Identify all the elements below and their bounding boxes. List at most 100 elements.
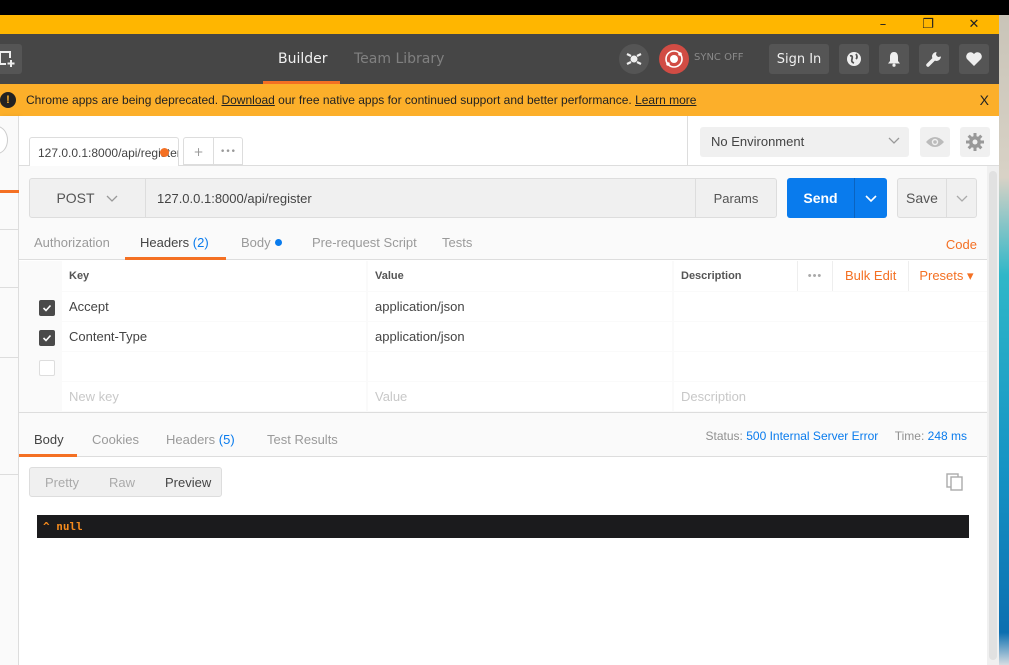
sidebar-divider bbox=[0, 474, 19, 475]
banner-close-button[interactable]: X bbox=[980, 92, 989, 108]
tab-label: Authorization bbox=[34, 235, 110, 250]
save-options-button[interactable] bbox=[946, 179, 976, 217]
request-tab[interactable]: 127.0.0.1:8000/api/register bbox=[29, 137, 179, 167]
minimize-button[interactable]: – bbox=[868, 15, 898, 34]
tab-headers[interactable]: Headers (2) bbox=[140, 235, 209, 250]
support-button[interactable] bbox=[959, 44, 989, 74]
interceptor-button[interactable] bbox=[619, 44, 649, 74]
time-value[interactable]: 248 ms bbox=[928, 429, 967, 443]
interceptor-icon bbox=[626, 53, 642, 65]
globe-icon bbox=[847, 52, 861, 66]
time-label: Time: bbox=[894, 429, 925, 443]
tab-label: Body bbox=[241, 235, 271, 250]
close-window-button[interactable]: ✕ bbox=[959, 15, 989, 34]
tab-more-button[interactable]: ••• bbox=[213, 138, 242, 166]
row-enabled-checkbox[interactable] bbox=[39, 330, 55, 346]
response-tab-headers[interactable]: Headers (5) bbox=[166, 432, 235, 447]
header-value-cell[interactable]: application/json bbox=[368, 322, 672, 351]
header-description-cell[interactable] bbox=[674, 322, 987, 351]
table-actions: ••• Bulk Edit Presets ▾ bbox=[797, 261, 974, 291]
tab-builder[interactable]: Builder bbox=[278, 34, 328, 84]
banner-text-after: our free native apps for continued suppo… bbox=[274, 93, 636, 107]
download-link[interactable]: Download bbox=[221, 93, 274, 107]
chevron-down-icon bbox=[887, 133, 901, 150]
table-more-button[interactable]: ••• bbox=[797, 261, 833, 291]
new-button[interactable] bbox=[0, 44, 22, 74]
response-tab-body[interactable]: Body bbox=[34, 432, 64, 447]
tab-tests[interactable]: Tests bbox=[442, 235, 472, 250]
deprecation-banner: ! Chrome apps are being deprecated. Down… bbox=[0, 84, 999, 116]
tab-pre-request-script[interactable]: Pre-request Script bbox=[312, 235, 417, 250]
checkmark-icon bbox=[42, 334, 52, 342]
new-key-input[interactable]: New key bbox=[62, 382, 366, 411]
sign-in-button[interactable]: Sign In bbox=[769, 44, 829, 74]
bell-icon bbox=[888, 52, 900, 67]
response-tabs: Body Cookies Headers (5) Test Results St… bbox=[19, 412, 987, 457]
row-enabled-checkbox[interactable] bbox=[39, 300, 55, 316]
request-tab-label: 127.0.0.1:8000/api/register bbox=[38, 146, 179, 160]
notifications-button[interactable] bbox=[879, 44, 909, 74]
learn-more-link[interactable]: Learn more bbox=[635, 93, 696, 107]
view-raw-button[interactable]: Raw bbox=[94, 475, 150, 490]
view-preview-button[interactable]: Preview bbox=[150, 475, 226, 490]
header-key-cell[interactable] bbox=[62, 352, 366, 381]
sidebar-divider bbox=[0, 357, 19, 358]
scrollbar-thumb[interactable] bbox=[989, 171, 997, 660]
header-value-cell[interactable] bbox=[368, 352, 672, 381]
settings-button[interactable] bbox=[919, 44, 949, 74]
eye-icon bbox=[926, 137, 944, 147]
send-options-button[interactable] bbox=[854, 178, 887, 218]
tab-body[interactable]: Body bbox=[241, 235, 282, 250]
environment-select[interactable]: No Environment bbox=[700, 127, 909, 157]
request-tab-bar: 127.0.0.1:8000/api/register + ••• bbox=[19, 116, 687, 167]
response-tab-test-results[interactable]: Test Results bbox=[267, 432, 338, 447]
table-row: Accept application/json bbox=[19, 292, 987, 322]
headers-table: Key Value Description ••• Bulk Edit Pres… bbox=[19, 261, 987, 412]
copy-button[interactable] bbox=[945, 472, 965, 495]
warning-icon: ! bbox=[0, 92, 16, 108]
generate-code-link[interactable]: Code bbox=[946, 237, 977, 252]
params-button[interactable]: Params bbox=[695, 178, 777, 218]
response-tab-cookies[interactable]: Cookies bbox=[92, 432, 139, 447]
environment-quick-look-button[interactable] bbox=[920, 127, 950, 157]
sync-button[interactable] bbox=[659, 44, 689, 74]
presets-dropdown[interactable]: Presets ▾ bbox=[909, 268, 973, 284]
tab-team-library[interactable]: Team Library bbox=[354, 34, 444, 84]
wrench-icon bbox=[926, 52, 941, 67]
save-button[interactable]: Save bbox=[898, 179, 946, 217]
window-titlebar: – ❐ ✕ bbox=[0, 15, 999, 34]
status-value[interactable]: 500 Internal Server Error bbox=[746, 429, 878, 443]
row-enabled-checkbox[interactable] bbox=[39, 360, 55, 376]
tab-authorization[interactable]: Authorization bbox=[34, 235, 110, 250]
method-select[interactable]: POST bbox=[29, 178, 146, 218]
vertical-scrollbar[interactable] bbox=[987, 166, 999, 665]
send-button[interactable]: Send bbox=[787, 178, 854, 218]
sidebar-divider bbox=[0, 229, 19, 230]
heart-icon bbox=[966, 52, 982, 66]
bulk-edit-button[interactable]: Bulk Edit bbox=[833, 261, 910, 291]
url-input[interactable] bbox=[145, 178, 696, 218]
checkmark-icon bbox=[42, 304, 52, 312]
header-description-cell[interactable] bbox=[674, 352, 987, 381]
header-value-cell[interactable]: application/json bbox=[368, 292, 672, 321]
header-key-cell[interactable]: Accept bbox=[62, 292, 366, 321]
active-tab-indicator bbox=[125, 257, 226, 260]
runner-button[interactable] bbox=[839, 44, 869, 74]
new-description-input[interactable]: Description bbox=[674, 382, 987, 411]
headers-count: (2) bbox=[192, 235, 209, 250]
request-builder: 127.0.0.1:8000/api/register + ••• No Env… bbox=[19, 116, 999, 665]
sidebar-search[interactable] bbox=[0, 126, 8, 154]
sidebar-active-tab-indicator bbox=[0, 190, 19, 193]
new-value-input[interactable]: Value bbox=[368, 382, 672, 411]
column-value: Value bbox=[368, 261, 672, 291]
desktop-background bbox=[999, 15, 1009, 665]
header-description-cell[interactable] bbox=[674, 292, 987, 321]
manage-environments-button[interactable] bbox=[960, 127, 990, 157]
new-header-row: New key Value Description bbox=[19, 382, 987, 412]
view-pretty-button[interactable]: Pretty bbox=[30, 475, 94, 490]
tab-actions: + ••• bbox=[183, 137, 243, 166]
tab-label: Pre-request Script bbox=[312, 235, 417, 250]
new-tab-button[interactable]: + bbox=[184, 138, 213, 166]
header-key-cell[interactable]: Content-Type bbox=[62, 322, 366, 351]
restore-button[interactable]: ❐ bbox=[913, 15, 943, 34]
